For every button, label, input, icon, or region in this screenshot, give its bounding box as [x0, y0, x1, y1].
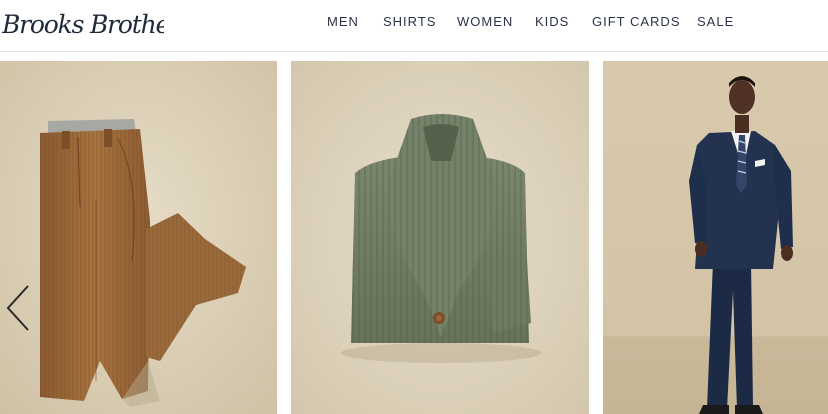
carousel-slide-suit[interactable]: [603, 61, 828, 414]
nav-item-sale[interactable]: SALE: [697, 14, 734, 29]
nav-item-shirts[interactable]: SHIRTS: [383, 14, 436, 29]
main-nav: MEN SHIRTS WOMEN KIDS GIFT CARDS SALE: [0, 14, 828, 30]
site-header: Brooks Brothers MEN SHIRTS WOMEN KIDS GI…: [0, 0, 828, 52]
carousel-slide-pants[interactable]: [0, 61, 277, 414]
nav-item-kids[interactable]: KIDS: [535, 14, 569, 29]
pants-image: [0, 61, 277, 414]
carousel-prev-button[interactable]: [4, 284, 32, 332]
nav-item-gift-cards[interactable]: GIFT CARDS: [592, 14, 681, 29]
suit-model-image: [603, 61, 828, 414]
nav-item-women[interactable]: WOMEN: [457, 14, 513, 29]
carousel-slide-cardigan[interactable]: [291, 61, 589, 414]
nav-item-men[interactable]: MEN: [327, 14, 359, 29]
product-carousel: [0, 61, 828, 414]
cardigan-image: [291, 61, 589, 414]
chevron-left-icon: [6, 285, 29, 331]
